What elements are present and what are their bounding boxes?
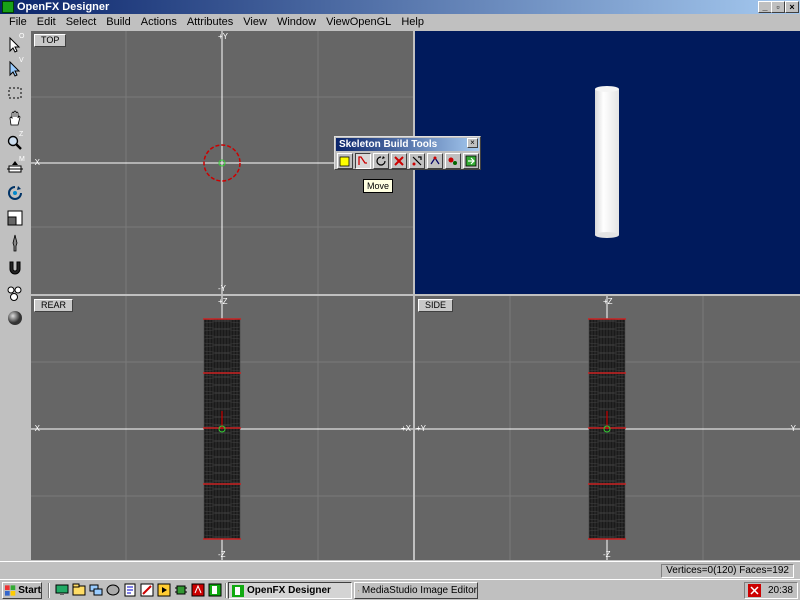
menu-help[interactable]: Help [396,14,429,30]
menu-edit[interactable]: Edit [32,14,61,30]
openfx-quicklaunch-icon[interactable] [208,583,222,597]
minimize-button[interactable]: _ [758,1,772,13]
openfx-app-icon [232,584,244,597]
key-hint: O [19,33,25,40]
join-bone-icon[interactable] [427,153,443,169]
skeleton-build-tools-window[interactable]: Skeleton Build Tools × [334,136,481,170]
axis-label-left: +Y [416,424,427,433]
key-hint: M [19,156,25,163]
paint-icon[interactable] [140,583,154,597]
task-openfx-designer[interactable]: OpenFX Designer [228,582,352,599]
start-label: Start [18,585,41,596]
notepad-icon[interactable] [123,583,137,597]
divider [225,583,227,598]
menu-view[interactable]: View [238,14,272,30]
viewport-label-rear[interactable]: REAR [34,299,74,312]
task-label: MediaStudio Image Editor [361,585,477,596]
axis-label-right: +X [401,424,412,433]
menu-attributes[interactable]: Attributes [182,14,238,30]
explorer-icon[interactable] [72,583,86,597]
toolbox: O V Z M [0,30,30,564]
delete-bone-icon[interactable] [391,153,407,169]
side-viewport[interactable]: +Z -Z +Y -Y SIDE [415,296,800,560]
viewport-label-side[interactable]: SIDE [418,299,454,312]
system-tray: 20:38 [744,582,798,599]
select-bone-icon[interactable] [409,153,425,169]
status-bar: Vertices=0(120) Faces=192 [0,561,800,579]
task-label: OpenFX Designer [247,585,331,596]
title-bar[interactable]: OpenFX Designer _ ▫ × [0,0,800,14]
cylinder-render [595,89,619,235]
render-ball-icon[interactable] [4,307,26,329]
chip-icon[interactable] [174,583,188,597]
divider [48,583,50,598]
new-bone-icon[interactable] [337,153,353,169]
acrobat-icon[interactable] [191,583,205,597]
viewport-label-top[interactable]: TOP [34,34,67,47]
close-button[interactable]: × [785,1,799,13]
maximize-button[interactable]: ▫ [771,1,785,13]
menu-actions[interactable]: Actions [136,14,182,30]
magnet-icon[interactable] [4,257,26,279]
windows-logo-icon [5,585,16,596]
axis-label-top: +Y [218,32,229,41]
clock[interactable]: 20:38 [768,583,793,598]
skeleton-tools-close-button[interactable]: × [467,138,478,148]
desktop-icon[interactable] [55,583,69,597]
skeleton-tools-title[interactable]: Skeleton Build Tools [336,138,479,151]
menu-build[interactable]: Build [101,14,135,30]
window-title: OpenFX Designer [17,1,110,13]
move-bone-icon[interactable] [355,153,371,169]
marquee-icon[interactable] [4,82,26,104]
menu-file[interactable]: File [4,14,32,30]
network-icon[interactable] [89,583,103,597]
hand-pan-icon[interactable] [4,107,26,129]
knife-icon[interactable] [4,232,26,254]
app-icon[interactable] [2,1,14,13]
axis-label-right: -Y [788,424,796,433]
side-viewport-canvas [415,296,800,560]
axis-label-left: -X [32,158,40,167]
link-bone-icon[interactable] [445,153,461,169]
move-tooltip: Move [363,179,394,193]
key-hint: Z [19,131,24,138]
skeleton-tools-title-text: Skeleton Build Tools [339,139,438,150]
menu-bar: File Edit Select Build Actions Attribute… [0,14,800,30]
rear-viewport[interactable]: +Z -Z -X +X REAR [31,296,413,560]
key-hint: V [19,57,24,64]
disk-icon[interactable] [106,583,120,597]
menu-window[interactable]: Window [272,14,321,30]
media-player-icon[interactable] [157,583,171,597]
mediastudio-app-icon [358,590,359,591]
axis-label-left: -X [32,424,40,433]
export-bone-icon[interactable] [463,153,479,169]
tray-app-icon[interactable] [748,584,761,597]
axis-label-top: +Z [218,297,228,306]
scale-icon[interactable] [4,207,26,229]
rotate-icon[interactable] [4,182,26,204]
menu-viewopengl[interactable]: ViewOpenGL [321,14,396,30]
menu-select[interactable]: Select [61,14,102,30]
rear-viewport-canvas [31,296,413,560]
spheres-icon[interactable] [4,282,26,304]
start-button[interactable]: Start [2,582,42,599]
rotate-bone-icon[interactable] [373,153,389,169]
axis-label-bottom: -Y [218,284,226,293]
axis-label-bottom: -Z [603,550,611,559]
task-mediastudio[interactable]: MediaStudio Image Editor [354,582,478,599]
axis-label-top: +Z [603,297,613,306]
status-vertices-faces: Vertices=0(120) Faces=192 [661,564,794,578]
taskbar: Start OpenFX Designer MediaStudio Image … [0,579,800,600]
axis-label-bottom: -Z [218,550,226,559]
